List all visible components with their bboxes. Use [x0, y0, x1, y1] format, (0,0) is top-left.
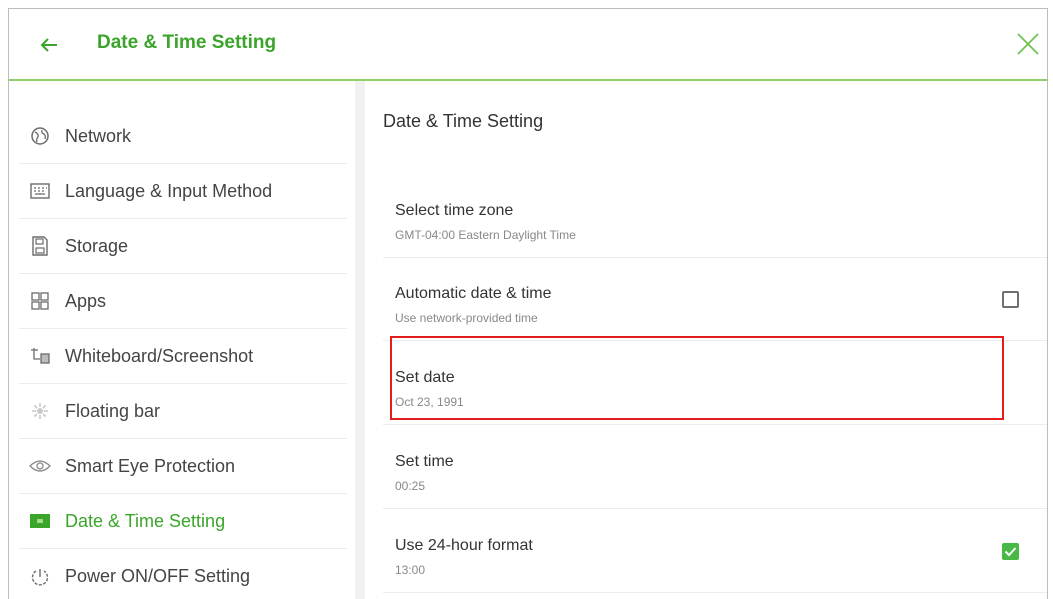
sidebar-item-language[interactable]: Language & Input Method: [19, 164, 347, 219]
calendar-icon: [29, 510, 51, 532]
power-icon: [29, 566, 51, 588]
close-icon: [1017, 33, 1039, 55]
row-title: Select time zone: [395, 202, 514, 219]
select-time-zone-row[interactable]: Select time zone GMT-04:00 Eastern Dayli…: [383, 176, 1047, 258]
panel-divider: [355, 81, 365, 599]
set-date-row[interactable]: Set date Oct 23, 1991: [383, 343, 1047, 425]
sidebar: Network Language & Input Method Storage …: [9, 81, 355, 599]
sidebar-item-label: Date & Time Setting: [65, 510, 226, 531]
use-24-hour-format-checkbox[interactable]: [1002, 543, 1019, 560]
sidebar-item-whiteboard[interactable]: Whiteboard/Screenshot: [19, 329, 347, 384]
keyboard-icon: [29, 180, 51, 202]
sidebar-item-eye-protection[interactable]: Smart Eye Protection: [19, 439, 347, 494]
sidebar-item-label: Apps: [65, 290, 107, 311]
row-title: Set date: [395, 369, 455, 386]
automatic-date-time-row[interactable]: Automatic date & time Use network-provid…: [383, 259, 1047, 341]
sidebar-item-label: Storage: [65, 235, 129, 256]
sidebar-item-power[interactable]: Power ON/OFF Setting: [19, 549, 347, 599]
set-time-row[interactable]: Set time 00:25: [383, 427, 1047, 509]
sidebar-item-label: Network: [65, 125, 132, 146]
row-title: Set time: [395, 453, 454, 470]
checkmark-icon: [1004, 547, 1017, 557]
section-title: Date & Time Setting: [383, 111, 544, 131]
apps-grid-icon: [29, 290, 51, 312]
row-subtitle: 13:00: [395, 563, 426, 577]
title-bar: Date & Time Setting: [9, 9, 1047, 81]
whiteboard-icon: [29, 345, 51, 367]
sidebar-item-network[interactable]: Network: [19, 109, 347, 164]
automatic-date-time-checkbox[interactable]: [1002, 291, 1019, 308]
row-title: Use 24-hour format: [395, 537, 533, 554]
eye-icon: [29, 455, 51, 477]
sidebar-item-label: Smart Eye Protection: [65, 455, 236, 476]
page-title: Date & Time Setting: [97, 32, 277, 53]
row-subtitle: GMT-04:00 Eastern Daylight Time: [395, 228, 576, 242]
sidebar-item-label: Floating bar: [65, 400, 161, 421]
row-subtitle: Use network-provided time: [395, 311, 538, 325]
globe-icon: [29, 125, 51, 147]
settings-window: Date & Time Setting Network Language & I…: [8, 8, 1048, 599]
sidebar-item-label: Power ON/OFF Setting: [65, 566, 251, 586]
storage-icon: [29, 235, 51, 257]
sidebar-item-storage[interactable]: Storage: [19, 219, 347, 274]
sidebar-item-floating-bar[interactable]: Floating bar: [19, 384, 347, 439]
floating-bar-icon: [29, 400, 51, 422]
sidebar-item-label: Language & Input Method: [65, 180, 273, 201]
arrow-left-icon: [40, 38, 57, 52]
use-24-hour-format-row[interactable]: Use 24-hour format 13:00: [383, 511, 1047, 593]
settings-content: Date & Time Setting Select time zone GMT…: [365, 81, 1047, 599]
close-button[interactable]: [1013, 29, 1043, 59]
back-button[interactable]: [33, 29, 65, 61]
row-title: Automatic date & time: [395, 285, 552, 302]
sidebar-item-date-time[interactable]: Date & Time Setting: [19, 494, 347, 549]
row-subtitle: Oct 23, 1991: [395, 395, 464, 409]
sidebar-item-label: Whiteboard/Screenshot: [65, 345, 254, 366]
row-subtitle: 00:25: [395, 479, 426, 493]
sidebar-item-apps[interactable]: Apps: [19, 274, 347, 329]
